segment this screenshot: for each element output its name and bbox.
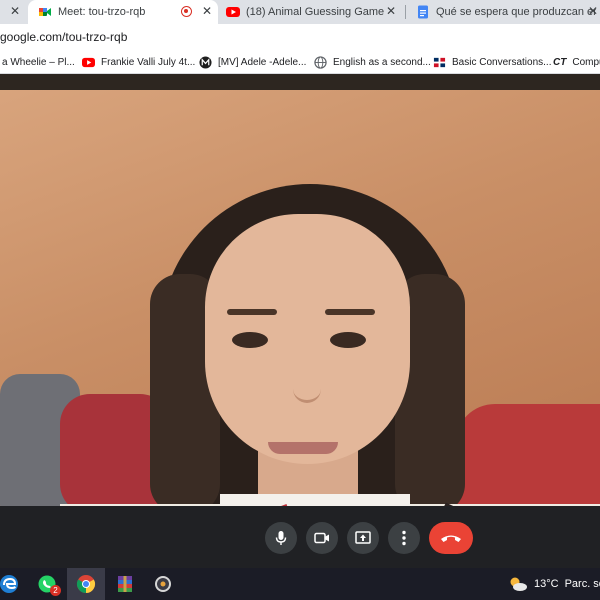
bookmark-label: a Wheelie – Pl... [2, 56, 75, 68]
screen: ✕ Meet: tou-trzo-rqb ✕ (18) Animal Guess… [0, 0, 600, 600]
browser-tab-strip: ✕ Meet: tou-trzo-rqb ✕ (18) Animal Guess… [0, 0, 600, 24]
bookmark-label: Frankie Valli July 4t... [101, 56, 196, 68]
tab-previous[interactable]: ✕ [0, 0, 28, 24]
youtube-icon [226, 5, 240, 19]
google-docs-icon [416, 5, 430, 19]
more-options-button[interactable] [388, 522, 420, 554]
weather-widget[interactable]: 13°C Parc. so [508, 576, 600, 592]
edge-icon[interactable] [0, 571, 22, 597]
bookmarks-bar: a Wheelie – Pl... Frankie Valli July 4t.… [0, 50, 600, 74]
tab-title: Meet: tou-trzo-rqb [58, 6, 146, 18]
bookmark-label: Compu [572, 56, 600, 68]
flag-icon [433, 56, 446, 69]
tab-title: (18) Animal Guessing Game for Kids [246, 6, 386, 18]
tab-close-icon[interactable]: ✕ [386, 4, 396, 18]
tab-meet[interactable]: Meet: tou-trzo-rqb ✕ [28, 0, 218, 24]
chrome-icon[interactable] [73, 571, 99, 597]
bookmark-label: Basic Conversations... [452, 56, 552, 68]
end-call-icon [441, 535, 461, 542]
globe-icon [314, 55, 327, 69]
google-meet-icon [38, 5, 52, 19]
participant-video [0, 74, 600, 506]
weather-condition: Parc. so [564, 578, 600, 590]
bookmark-label: English as a second... [333, 56, 431, 68]
more-vert-icon [402, 530, 406, 546]
tab-close-icon[interactable]: ✕ [588, 4, 598, 18]
youtube-icon [82, 56, 95, 69]
notification-badge: 2 [50, 585, 61, 596]
leave-call-button[interactable] [429, 522, 473, 554]
tab-youtube[interactable]: (18) Animal Guessing Game for Kids ✕ [220, 0, 410, 24]
tab-google-docs[interactable]: Qué se espera que produzcan en ✕ [408, 0, 600, 24]
winrar-icon[interactable] [112, 571, 138, 597]
camera-button[interactable] [306, 522, 338, 554]
media-player-icon[interactable] [150, 571, 176, 597]
bookmark-item[interactable]: a Wheelie – Pl... [2, 50, 75, 74]
meeting-controls-bar [0, 506, 600, 568]
windows-taskbar: 2 13°C Parc. s [0, 568, 600, 600]
bookmark-item[interactable]: [MV] Adele -Adele... [199, 50, 306, 74]
ct-icon: CT [553, 56, 567, 68]
url-text[interactable]: google.com/tou-trzo-rqb [0, 30, 127, 44]
present-screen-icon [355, 531, 371, 544]
bookmark-item[interactable]: CT Compu [553, 50, 600, 74]
bookmark-item[interactable]: Frankie Valli July 4t... [82, 50, 195, 74]
recording-indicator-icon [181, 6, 192, 17]
tab-close-icon[interactable]: ✕ [202, 4, 212, 18]
present-screen-button[interactable] [347, 522, 379, 554]
tab-separator [405, 5, 406, 19]
bookmark-label: [MV] Adele -Adele... [218, 56, 307, 68]
tab-close-icon[interactable]: ✕ [10, 4, 20, 18]
whatsapp-icon[interactable]: 2 [34, 571, 61, 597]
weather-temperature: 13°C [534, 578, 559, 590]
microphone-button[interactable] [265, 522, 297, 554]
microphone-icon [275, 531, 287, 545]
tab-title: Qué se espera que produzcan en [436, 6, 596, 18]
bookmark-item[interactable]: English as a second... [314, 50, 431, 74]
mv-channel-icon [199, 55, 212, 69]
address-bar[interactable]: google.com/tou-trzo-rqb [0, 24, 600, 50]
partly-cloudy-icon [510, 577, 527, 591]
bookmark-item[interactable]: Basic Conversations... [433, 50, 552, 74]
camera-icon [314, 532, 329, 544]
